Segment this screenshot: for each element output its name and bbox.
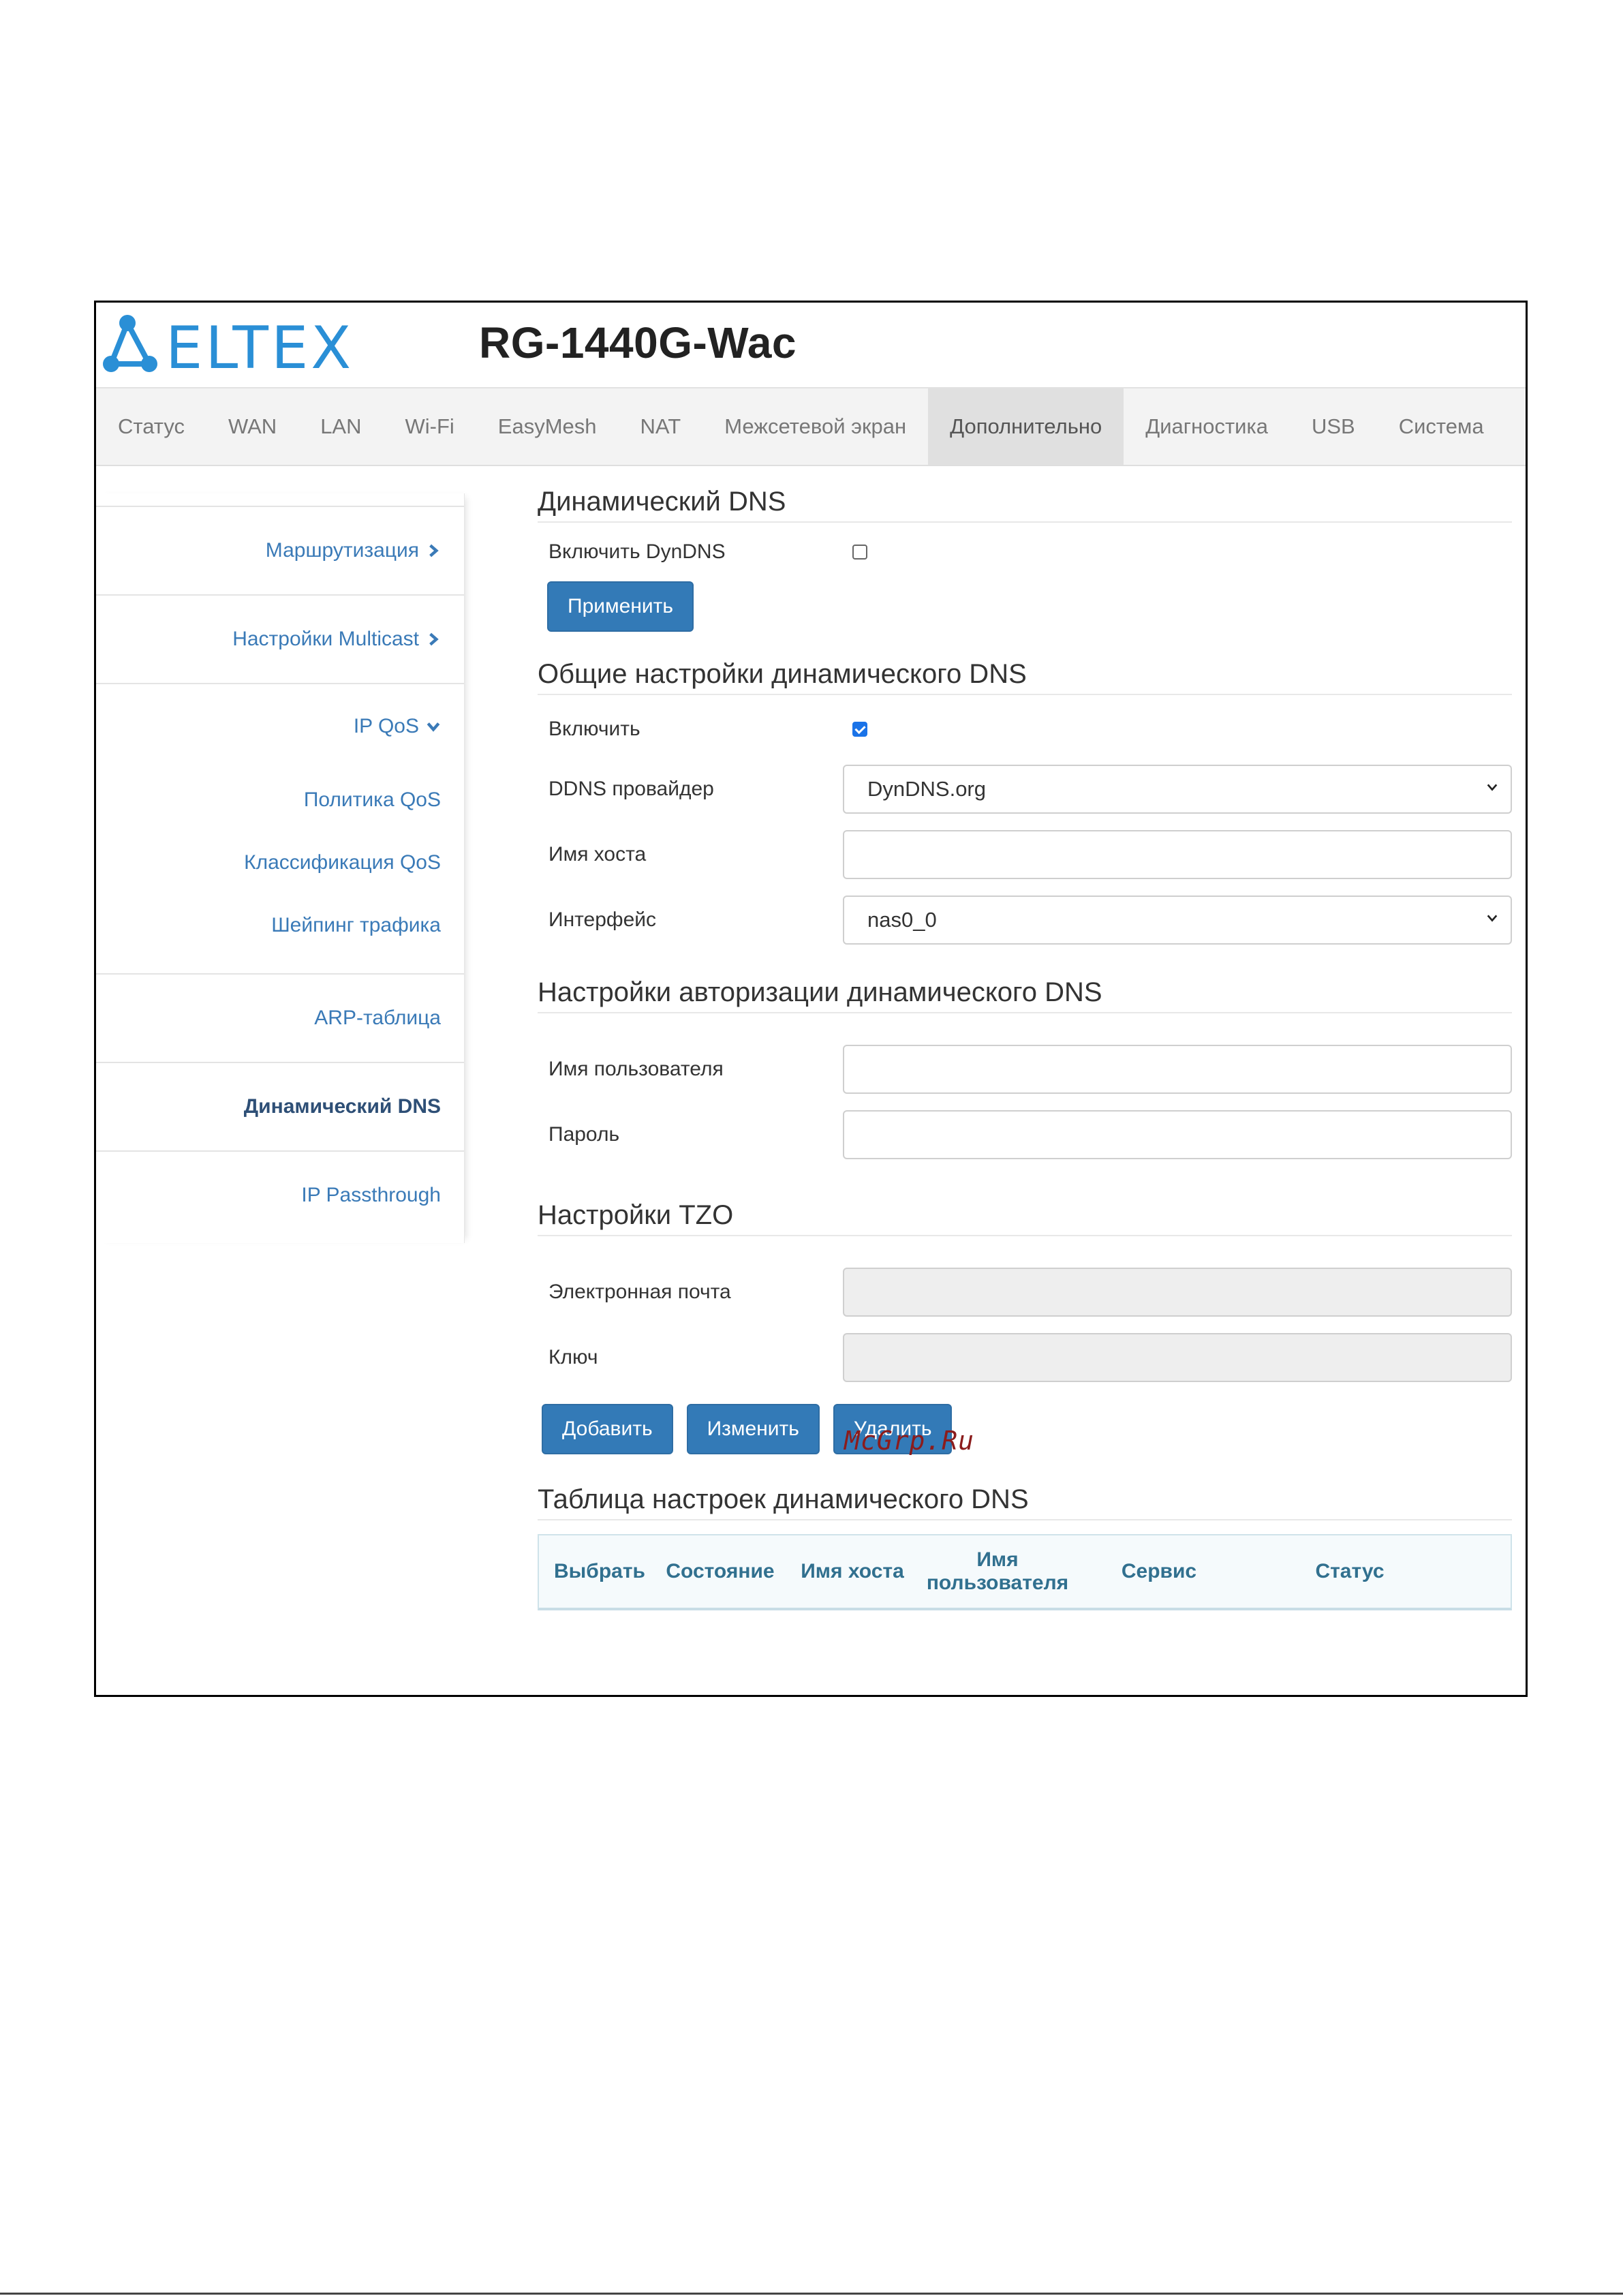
row-key: Ключ: [538, 1325, 1512, 1390]
nav-tab-wan[interactable]: WAN: [206, 388, 298, 465]
sidebar-item-qos-classification[interactable]: Классификация QoS: [96, 831, 464, 894]
enable-checkbox[interactable]: [852, 722, 867, 737]
sidebar-item-ipqos[interactable]: IP QoS: [96, 684, 464, 769]
nav-tab-easymesh[interactable]: EasyMesh: [476, 388, 619, 465]
sidebar-group-arp: ARP-таблица: [96, 973, 464, 1062]
sidebar-item-ddns[interactable]: Динамический DNS: [96, 1063, 464, 1150]
apply-button[interactable]: Применить: [547, 581, 694, 632]
key-label: Ключ: [548, 1346, 598, 1368]
nav-tab-nat[interactable]: NAT: [619, 388, 703, 465]
column-header-state: Состояние: [666, 1559, 775, 1582]
main-nav: Статус WAN LAN Wi-Fi EasyMesh NAT Межсет…: [96, 387, 1526, 466]
sidebar-item-multicast[interactable]: Настройки Multicast: [96, 596, 464, 683]
sidebar-item-label: Настройки Multicast: [232, 628, 419, 650]
hostname-label: Имя хоста: [548, 843, 647, 866]
sidebar-item-label: IP QoS: [353, 715, 419, 737]
column-header-username-line: Имя: [976, 1548, 1019, 1571]
row-enable: Включить: [538, 702, 1512, 756]
row-hostname: Имя хоста: [538, 822, 1512, 887]
column-header-select: Выбрать: [554, 1559, 645, 1582]
chevron-down-icon: [427, 722, 440, 732]
sidebar-item-traffic-shaping[interactable]: Шейпинг трафика: [96, 894, 464, 957]
sidebar-item-qos-policy[interactable]: Политика QoS: [96, 769, 464, 831]
column-header-username-line: пользователя: [926, 1572, 1069, 1594]
column-header-username: Имя пользователя: [925, 1548, 1070, 1595]
section-title-ddns: Динамический DNS: [538, 487, 1512, 523]
provider-label: DDNS провайдер: [548, 778, 714, 800]
column-header-hostname: Имя хоста: [801, 1559, 904, 1582]
sidebar: Маршрутизация Настройки Multicast IP QoS…: [96, 493, 465, 1243]
logo-text: ELTEX: [166, 314, 354, 379]
tzo-buttons: Добавить Изменить Удалить: [538, 1404, 1512, 1454]
add-button[interactable]: Добавить: [542, 1404, 673, 1454]
nav-tab-system[interactable]: Система: [1377, 388, 1506, 465]
ddns-table-header: Выбрать Состояние Имя хоста Имя пользоват…: [538, 1534, 1512, 1610]
nav-tab-firewall[interactable]: Межсетевой экран: [702, 388, 928, 465]
sidebar-item-label: Маршрутизация: [265, 539, 419, 562]
chevron-down-icon: [1487, 784, 1498, 791]
provider-select[interactable]: DynDNS.org: [843, 765, 1512, 814]
enable-dyndns-checkbox[interactable]: [852, 545, 867, 560]
password-label: Пароль: [548, 1123, 620, 1146]
username-label: Имя пользователя: [548, 1058, 724, 1080]
column-header-service: Сервис: [1121, 1559, 1197, 1582]
username-input[interactable]: [843, 1045, 1512, 1094]
sidebar-group-routing: Маршрутизация: [96, 506, 464, 594]
row-enable-dyndns: Включить DynDNS: [538, 530, 1512, 575]
provider-select-value: DynDNS.org: [867, 777, 986, 801]
nav-tab-wifi[interactable]: Wi-Fi: [384, 388, 476, 465]
nav-tab-lan[interactable]: LAN: [298, 388, 383, 465]
sidebar-item-routing[interactable]: Маршрутизация: [96, 507, 464, 594]
sidebar-group-ddns: Динамический DNS: [96, 1062, 464, 1150]
row-username: Имя пользователя: [538, 1037, 1512, 1102]
interface-label: Интерфейс: [548, 908, 657, 931]
enable-dyndns-label: Включить DynDNS: [548, 540, 726, 563]
edit-button[interactable]: Изменить: [686, 1404, 820, 1454]
interface-select[interactable]: nas0_0: [843, 896, 1512, 945]
key-input: [843, 1333, 1512, 1382]
section-title-tzo: Настройки TZO: [538, 1200, 1512, 1236]
nav-tab-advanced[interactable]: Дополнительно: [928, 388, 1124, 465]
nav-tab-diagnostics[interactable]: Диагностика: [1124, 388, 1290, 465]
row-interface: Интерфейс nas0_0: [538, 887, 1512, 953]
sidebar-group-ipqos: IP QoS Политика QoS Классификация QoS Ше…: [96, 683, 464, 957]
chevron-right-icon: [429, 544, 439, 557]
browser-frame: ELTEX RG-1440G-Wac Статус WAN LAN Wi-Fi …: [94, 301, 1528, 1697]
sidebar-item-arp[interactable]: ARP-таблица: [96, 975, 464, 1062]
nav-tab-usb[interactable]: USB: [1290, 388, 1377, 465]
main-content: Динамический DNS Включить DynDNS Примени…: [538, 487, 1512, 1610]
email-input: [843, 1268, 1512, 1317]
email-label: Электронная почта: [548, 1281, 731, 1303]
row-email: Электронная почта: [538, 1259, 1512, 1325]
chevron-down-icon: [1487, 915, 1498, 922]
section-title-auth: Настройки авторизации динамического DNS: [538, 977, 1512, 1013]
sidebar-group-multicast: Настройки Multicast: [96, 594, 464, 683]
header: ELTEX RG-1440G-Wac: [96, 303, 1526, 387]
hostname-input[interactable]: [843, 830, 1512, 879]
section-title-table: Таблица настроек динамического DNS: [538, 1484, 1512, 1520]
eltex-logo: ELTEX: [103, 314, 354, 379]
section-title-general: Общие настройки динамического DNS: [538, 659, 1512, 695]
sidebar-item-ip-passthrough[interactable]: IP Passthrough: [96, 1152, 464, 1239]
column-header-status: Статус: [1315, 1559, 1385, 1582]
nav-tab-status[interactable]: Статус: [96, 388, 206, 465]
row-password: Пароль: [538, 1102, 1512, 1167]
watermark: McGrp.Ru: [844, 1426, 975, 1456]
password-input[interactable]: [843, 1110, 1512, 1159]
interface-select-value: nas0_0: [867, 908, 937, 932]
sidebar-group-passthrough: IP Passthrough: [96, 1150, 464, 1239]
row-provider: DDNS провайдер DynDNS.org: [538, 756, 1512, 822]
device-title: RG-1440G-Wac: [479, 318, 797, 367]
enable-label: Включить: [548, 718, 640, 740]
chevron-right-icon: [429, 632, 439, 646]
page-bottom-rule: [0, 2293, 1623, 2295]
